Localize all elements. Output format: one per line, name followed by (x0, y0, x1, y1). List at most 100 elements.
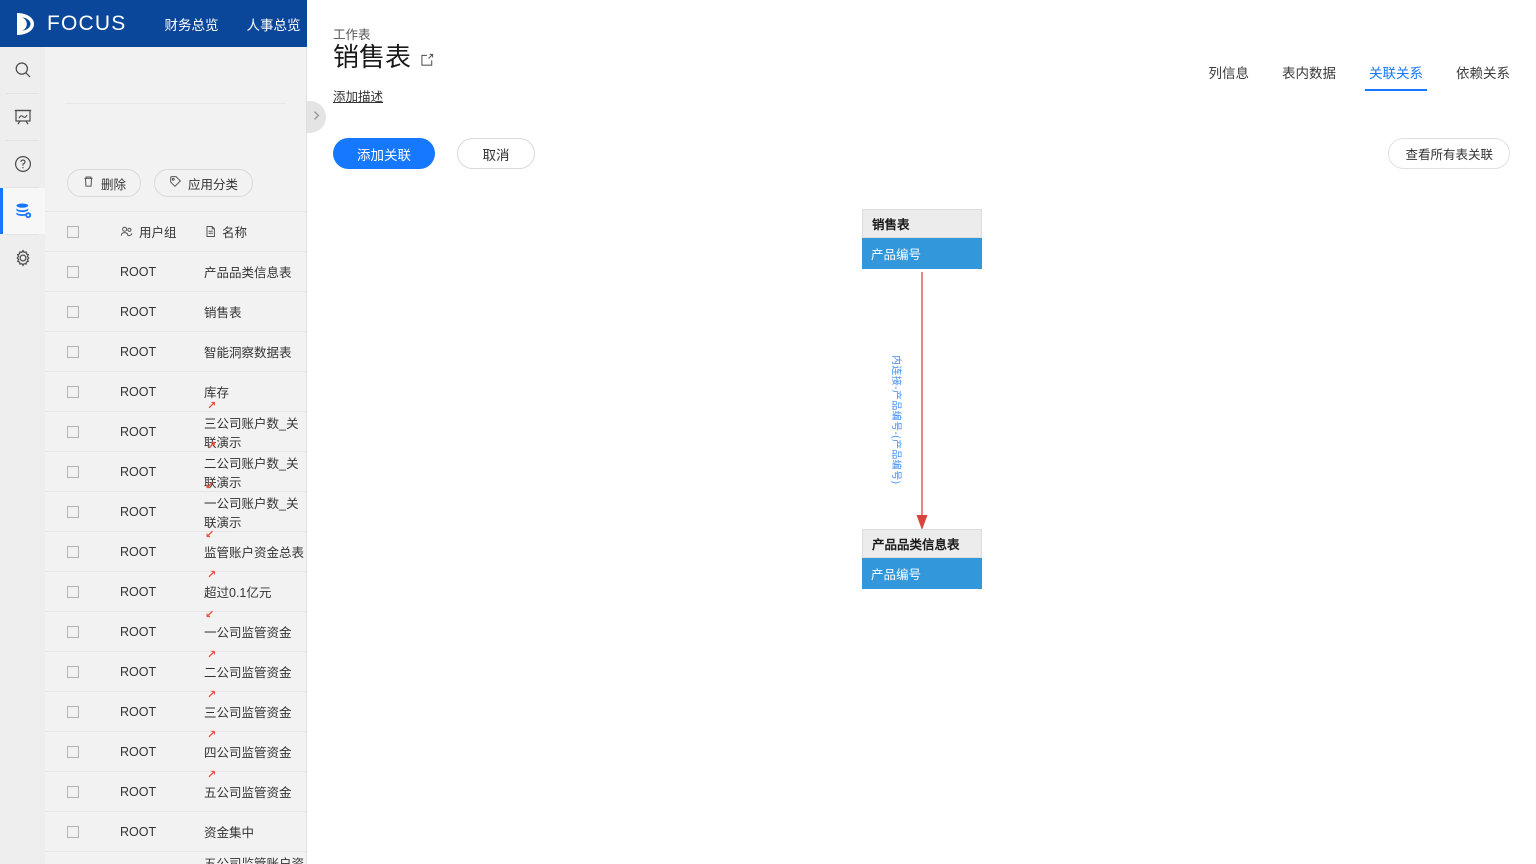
rail-item-dashboard[interactable] (0, 94, 45, 140)
table-row[interactable]: ROOT ↗ 四公司监管资金 (45, 730, 306, 771)
table-row[interactable]: ROOT ↗ 五公司监管资金 (45, 770, 306, 811)
row-checkbox[interactable] (67, 785, 79, 798)
row-checkbox[interactable] (67, 305, 79, 318)
tag-icon (169, 175, 182, 191)
row-group: ROOT (120, 344, 157, 359)
tab-relations[interactable]: 关联关系 (1365, 62, 1427, 91)
tab-column-info[interactable]: 列信息 (1209, 62, 1250, 91)
cancel-button[interactable]: 取消 (457, 138, 535, 169)
search-icon (13, 60, 33, 80)
row-checkbox[interactable] (67, 665, 79, 678)
diagram-node-source[interactable]: 销售表 产品编号 (862, 209, 982, 269)
table-row[interactable]: ROOT ↗ 二公司监管资金 (45, 650, 306, 691)
row-name-cell: ↗ 三公司账户数_关联演示 (204, 400, 306, 451)
row-checkbox[interactable] (67, 825, 79, 838)
row-name-cell: 智能洞察数据表 (204, 342, 292, 361)
row-group: ROOT (120, 584, 157, 599)
diagram-node-target[interactable]: 产品品类信息表 产品编号 (862, 529, 982, 589)
tab-table-data[interactable]: 表内数据 (1282, 62, 1336, 91)
row-checkbox[interactable] (67, 545, 79, 558)
row-checkbox[interactable] (67, 625, 79, 638)
table-row[interactable]: ROOT 资金集中 (45, 811, 306, 851)
arrow-down-left-icon: ↙ (205, 529, 215, 541)
row-name-cell: ↗ 五公司监管资金 (204, 770, 292, 801)
row-checkbox[interactable] (67, 265, 79, 278)
nav-item-finance[interactable]: 财务总览 (151, 14, 233, 34)
breadcrumb[interactable]: 工作表 (333, 24, 371, 43)
relation-diagram-canvas: 内连接-产品编号-(产品编号) 销售表 产品编号 产品品类信息表 产品编号 (307, 185, 1536, 864)
row-name: 四公司监管资金 (204, 746, 292, 760)
row-checkbox[interactable] (67, 705, 79, 718)
rail-item-settings[interactable] (0, 235, 45, 281)
brand-name: FOCUS (47, 11, 127, 35)
row-name: 五公司监管资金 (204, 786, 292, 800)
arrow-up-right-icon: ↗ (207, 649, 217, 661)
row-name: 二公司账户数_关联演示 (204, 456, 299, 490)
table-row[interactable]: ROOT五公司监管账户资金 (45, 851, 306, 864)
row-checkbox[interactable] (67, 585, 79, 598)
nav-item-hr[interactable]: 人事总览 (233, 14, 315, 34)
row-checkbox[interactable] (67, 345, 79, 358)
row-name-cell: ↙ 监管账户资金总表 (204, 530, 305, 561)
app-root: FOCUS 财务总览 人事总览 删除 应用分类 用户组 名称 ROOT 产品品类… (0, 0, 1536, 864)
row-checkbox[interactable] (67, 425, 79, 438)
rail-item-data[interactable] (0, 188, 45, 234)
database-icon (13, 201, 33, 221)
row-checkbox[interactable] (67, 745, 79, 758)
row-group: ROOT (120, 784, 157, 799)
row-name: 监管账户资金总表 (204, 546, 305, 560)
page-title: 销售表 (333, 42, 412, 72)
table-row[interactable]: ROOT 销售表 (45, 291, 306, 331)
table-row[interactable]: ROOT 产品品类信息表 (45, 251, 306, 291)
diagram-node-source-field[interactable]: 产品编号 (862, 238, 982, 269)
tab-dependencies[interactable]: 依赖关系 (1456, 62, 1510, 91)
row-group: ROOT (120, 384, 157, 399)
row-checkbox[interactable] (67, 465, 79, 478)
row-checkbox[interactable] (67, 505, 79, 518)
view-all-relations-button[interactable]: 查看所有表关联 (1388, 138, 1510, 169)
row-name-cell: ↗ 二公司账户数_关联演示 (204, 440, 306, 491)
table-list-body: ROOT 产品品类信息表 ROOT 销售表 ROOT 智能洞察数据表 ROOT 库存 ROOT ↗… (45, 251, 306, 864)
diagram-node-target-field[interactable]: 产品编号 (862, 558, 982, 589)
table-row[interactable]: ROOT ↗ 二公司账户数_关联演示 (45, 440, 306, 491)
add-description-link[interactable]: 添加描述 (333, 86, 383, 105)
table-row[interactable]: ROOT ↙ 一公司账户数_关联演示 (45, 480, 306, 531)
edit-square-icon[interactable] (420, 53, 434, 67)
table-row[interactable]: ROOT 库存 (45, 371, 306, 411)
table-row[interactable]: ROOT ↙ 监管账户资金总表 (45, 530, 306, 571)
brand-logo[interactable]: FOCUS (0, 11, 127, 37)
row-group: ROOT (120, 744, 157, 759)
apply-category-label: 应用分类 (188, 177, 239, 192)
column-header-group: 用户组 (120, 222, 204, 241)
row-name-cell: ↗ 超过0.1亿元 (204, 570, 271, 601)
diagram-node-target-title: 产品品类信息表 (862, 529, 982, 558)
page-title-block: 销售表 (333, 42, 434, 73)
row-group: ROOT (120, 544, 157, 559)
rail-item-search[interactable] (0, 47, 45, 93)
row-group: ROOT (120, 664, 157, 679)
gear-icon (13, 248, 33, 268)
row-name-cell: ↙ 一公司账户数_关联演示 (204, 480, 306, 531)
add-relation-button[interactable]: 添加关联 (333, 138, 435, 169)
table-row[interactable]: ROOT ↗ 超过0.1亿元 (45, 570, 306, 611)
table-row[interactable]: ROOT ↙ 一公司监管资金 (45, 609, 306, 651)
row-name: 二公司监管资金 (204, 666, 292, 680)
table-row[interactable]: ROOT ↗ 三公司监管资金 (45, 689, 306, 731)
arrow-up-right-icon: ↗ (207, 569, 217, 581)
row-name-cell: 库存 (204, 382, 229, 401)
row-name-cell: ↗ 四公司监管资金 (204, 730, 292, 761)
arrow-up-right-icon: ↗ (207, 689, 217, 701)
arrow-down-left-icon: ↙ (205, 609, 215, 621)
row-name-cell: ↗ 二公司监管资金 (204, 650, 292, 681)
table-row[interactable]: ROOT ↗ 三公司账户数_关联演示 (45, 400, 306, 451)
row-group: ROOT (120, 464, 157, 479)
table-row[interactable]: ROOT 智能洞察数据表 (45, 331, 306, 371)
sidebar-panel: 删除 应用分类 用户组 名称 ROOT 产品品类信息表 ROOT 销售表 ROO… (45, 47, 307, 864)
rail-item-help[interactable] (0, 141, 45, 187)
select-all-checkbox[interactable] (67, 225, 79, 238)
row-checkbox[interactable] (67, 385, 79, 398)
delete-button[interactable]: 删除 (67, 169, 142, 197)
diagram-node-source-title: 销售表 (862, 209, 982, 238)
presentation-chart-icon (13, 107, 33, 127)
apply-category-button[interactable]: 应用分类 (154, 169, 254, 197)
